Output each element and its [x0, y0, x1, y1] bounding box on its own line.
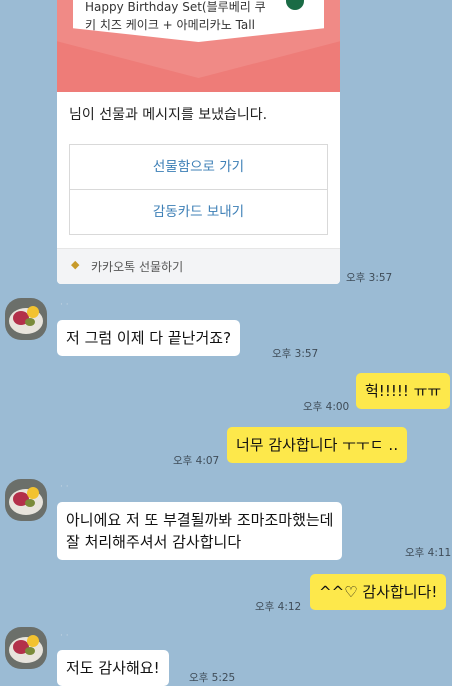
go-to-gift-box-button[interactable]: 선물함으로 가기 [69, 144, 328, 190]
gift-timestamp: 오후 3:57 [346, 272, 393, 284]
envelope-fold [57, 36, 340, 92]
gift-icon: ◆ [71, 258, 80, 271]
message-line-2: 잘 처리해주셔서 감사합니다 [66, 533, 242, 551]
outgoing-message-bubble[interactable]: 헉!!!!! ㅠㅠ [356, 373, 451, 409]
send-thanks-card-button[interactable]: 감동카드 보내기 [69, 189, 328, 235]
message-timestamp: 오후 4:12 [255, 601, 302, 613]
avatar[interactable] [5, 479, 47, 521]
sender-name: · · [60, 631, 69, 641]
incoming-message-bubble[interactable]: 아니에요 저 또 부결될까봐 조마조마했는데 잘 처리해주셔서 감사합니다 [57, 502, 343, 560]
incoming-message-bubble[interactable]: 저도 감사해요! [57, 650, 169, 686]
kakaotalk-gift-footer[interactable]: ◆ 카카오톡 선물하기 [57, 248, 340, 284]
message-timestamp: 오후 3:57 [272, 348, 319, 360]
message-timestamp: 오후 4:11 [405, 547, 452, 559]
message-timestamp: 오후 4:07 [173, 455, 220, 467]
sender-name: · · [60, 300, 69, 310]
kakaotalk-gift-label: 카카오톡 선물하기 [91, 260, 184, 274]
avatar[interactable] [5, 298, 47, 340]
sender-name: · · [60, 482, 69, 492]
gift-envelope-banner: Happy Birthday Set(블루베리 쿠 키 치즈 케이크 + 아메리… [57, 0, 340, 92]
message-timestamp: 오후 4:00 [303, 401, 350, 413]
avatar[interactable] [5, 627, 47, 669]
outgoing-message-bubble[interactable]: ^^♡ 감사합니다! [310, 574, 447, 610]
gift-message-card[interactable]: Happy Birthday Set(블루베리 쿠 키 치즈 케이크 + 아메리… [57, 0, 340, 284]
gift-product-name: Happy Birthday Set(블루베리 쿠 키 치즈 케이크 + 아메리… [85, 0, 305, 34]
gift-product-line-2: 키 치즈 케이크 + 아메리카노 Tall [85, 18, 255, 32]
gift-message-text: 님이 선물과 메시지를 보냈습니다. [69, 107, 268, 123]
message-line-1: 아니에요 저 또 부결될까봐 조마조마했는데 [66, 511, 334, 529]
gift-product-line-1: Happy Birthday Set(블루베리 쿠 [85, 0, 266, 14]
message-timestamp: 오후 5:25 [189, 672, 236, 684]
outgoing-message-bubble[interactable]: 너무 감사합니다 ㅜㅜㄷ ‥ [227, 427, 408, 463]
incoming-message-bubble[interactable]: 저 그럼 이제 다 끝난거죠? [57, 320, 241, 356]
